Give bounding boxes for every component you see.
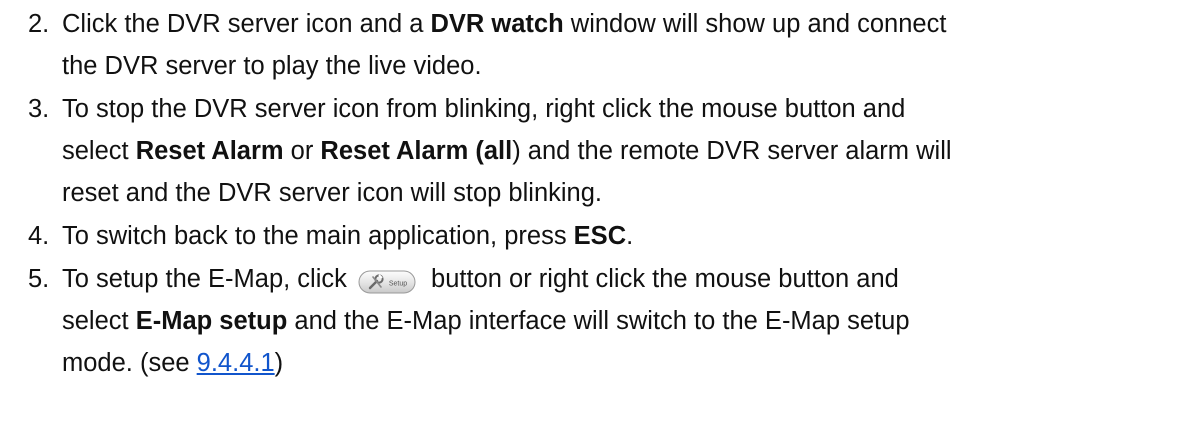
document-page: 2. Click the DVR server icon and a DVR wa… <box>0 0 1183 426</box>
step-2: 2. Click the DVR server icon and a DVR wa… <box>28 3 1178 45</box>
step-4: 4. To switch back to the main application… <box>28 215 1178 257</box>
bold-term: Reset Alarm (all <box>320 137 513 165</box>
step-5: 5. To setup the E-Map, click Setup butto… <box>28 258 1178 300</box>
wrench-icon: Setup <box>358 270 416 294</box>
step-3-line-2: select Reset Alarm or Reset Alarm (all) … <box>62 137 952 165</box>
step-2-line-2: the DVR server to play the live video. <box>62 52 482 80</box>
bold-term: E-Map setup <box>135 307 288 335</box>
step-number: 4. <box>28 222 50 250</box>
svg-text:Setup: Setup <box>389 281 407 288</box>
step-number: 2. <box>28 10 50 38</box>
step-3-line-3: reset and the DVR server icon will stop … <box>62 179 602 207</box>
step-number: 5. <box>28 265 50 293</box>
step-number: 3. <box>28 95 50 123</box>
bold-term: ESC <box>573 222 627 250</box>
setup-button[interactable]: Setup <box>358 265 416 294</box>
step-text: Click the DVR server icon and a DVR watc… <box>62 10 947 38</box>
step-5-line-2: select E-Map setup and the E-Map interfa… <box>62 307 910 335</box>
step-5-line-3: mode. (see 9.4.4.1) <box>62 349 284 377</box>
bold-term: Reset Alarm <box>135 137 284 165</box>
bold-term: DVR watch <box>430 10 564 38</box>
section-link[interactable]: 9.4.4.1 <box>197 349 275 377</box>
step-3: 3. To stop the DVR server icon from blink… <box>28 88 1178 130</box>
